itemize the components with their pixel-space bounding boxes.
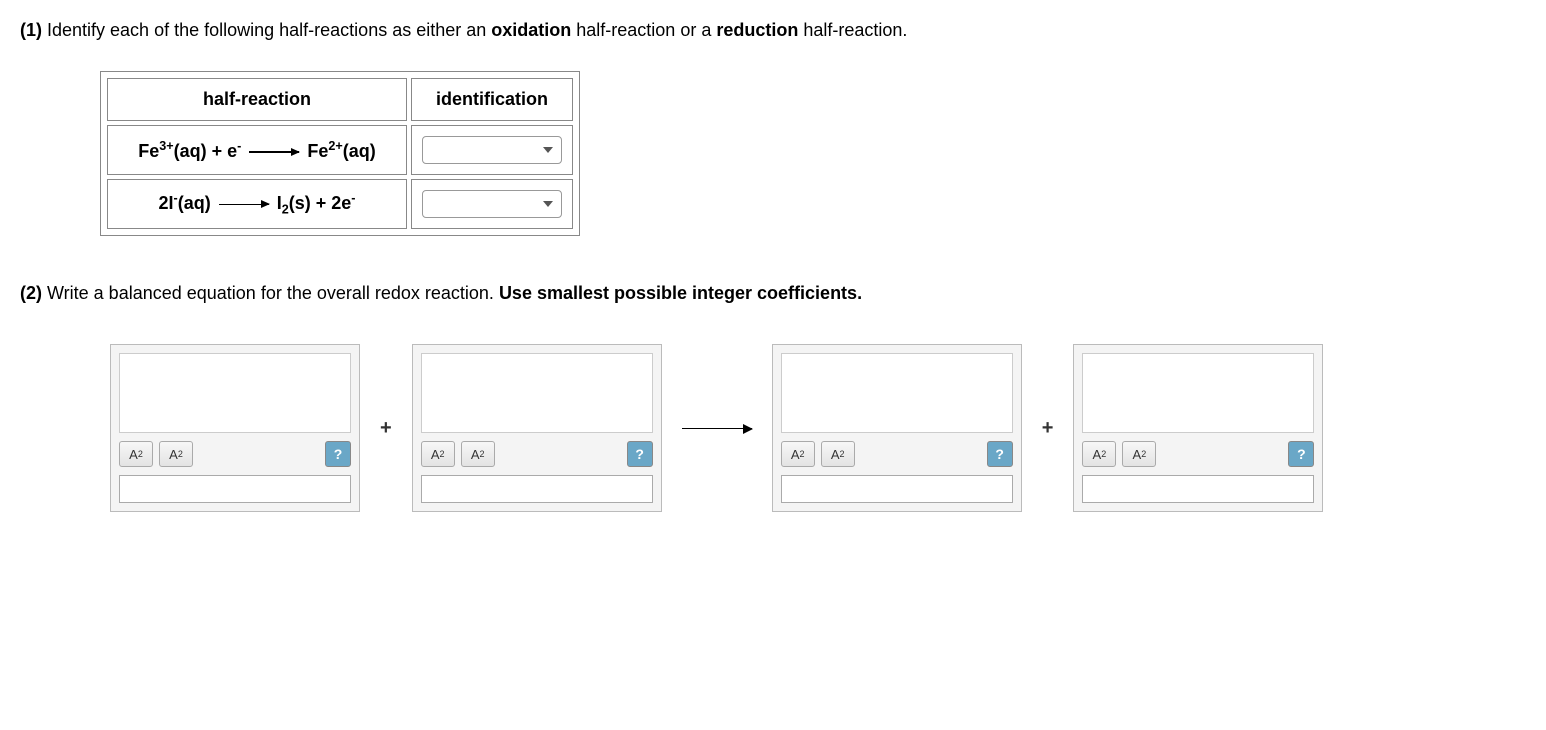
reactant-1-widget: A2 A2 ? xyxy=(110,344,360,512)
reactant-2-input[interactable] xyxy=(421,475,653,503)
question-1: (1) Identify each of the following half-… xyxy=(20,18,1526,241)
superscript-button[interactable]: A2 xyxy=(821,441,855,467)
reactant-2-widget: A2 A2 ? xyxy=(412,344,662,512)
product-1-input[interactable] xyxy=(781,475,1013,503)
superscript-button[interactable]: A2 xyxy=(159,441,193,467)
plus-operator: + xyxy=(380,417,392,440)
superscript-button[interactable]: A2 xyxy=(1122,441,1156,467)
arrow-icon xyxy=(249,151,299,153)
help-button[interactable]: ? xyxy=(987,441,1013,467)
product-2-input[interactable] xyxy=(1082,475,1314,503)
product-1-display[interactable] xyxy=(781,353,1013,433)
subscript-button[interactable]: A2 xyxy=(1082,441,1116,467)
reactant-2-toolbar: A2 A2 ? xyxy=(421,441,653,467)
col-header-half-reaction: half-reaction xyxy=(107,78,407,121)
subscript-button[interactable]: A2 xyxy=(781,441,815,467)
help-button[interactable]: ? xyxy=(1288,441,1314,467)
q2-text: (2) Write a balanced equation for the ov… xyxy=(20,281,1526,306)
subscript-button[interactable]: A2 xyxy=(421,441,455,467)
arrow-icon xyxy=(219,204,269,206)
subscript-button[interactable]: A2 xyxy=(119,441,153,467)
equation-row: A2 A2 ? + A2 A2 ? A xyxy=(110,344,1526,512)
half-reaction-table: half-reaction identification Fe3+(aq) + … xyxy=(100,71,580,236)
table-row: 2I-(aq) I2(s) + 2e- xyxy=(107,179,573,229)
identification-select-1[interactable] xyxy=(422,136,562,164)
chevron-down-icon xyxy=(543,147,553,153)
product-2-display[interactable] xyxy=(1082,353,1314,433)
product-2-toolbar: A2 A2 ? xyxy=(1082,441,1314,467)
q1-number: (1) xyxy=(20,20,42,40)
product-2-widget: A2 A2 ? xyxy=(1073,344,1323,512)
plus-operator: + xyxy=(1042,417,1054,440)
help-button[interactable]: ? xyxy=(325,441,351,467)
product-1-widget: A2 A2 ? xyxy=(772,344,1022,512)
q2-number: (2) xyxy=(20,283,42,303)
reaction-arrow-icon xyxy=(682,428,752,430)
q1-text: (1) Identify each of the following half-… xyxy=(20,18,1526,43)
help-button[interactable]: ? xyxy=(627,441,653,467)
question-2: (2) Write a balanced equation for the ov… xyxy=(20,281,1526,512)
col-header-identification: identification xyxy=(411,78,573,121)
reactant-2-display[interactable] xyxy=(421,353,653,433)
reactant-1-input[interactable] xyxy=(119,475,351,503)
table-row: Fe3+(aq) + e- Fe2+(aq) xyxy=(107,125,573,175)
chevron-down-icon xyxy=(543,201,553,207)
superscript-button[interactable]: A2 xyxy=(461,441,495,467)
product-1-toolbar: A2 A2 ? xyxy=(781,441,1013,467)
half-reaction-2: 2I-(aq) I2(s) + 2e- xyxy=(107,179,407,229)
identification-select-2[interactable] xyxy=(422,190,562,218)
reactant-1-display[interactable] xyxy=(119,353,351,433)
reactant-1-toolbar: A2 A2 ? xyxy=(119,441,351,467)
half-reaction-1: Fe3+(aq) + e- Fe2+(aq) xyxy=(107,125,407,175)
